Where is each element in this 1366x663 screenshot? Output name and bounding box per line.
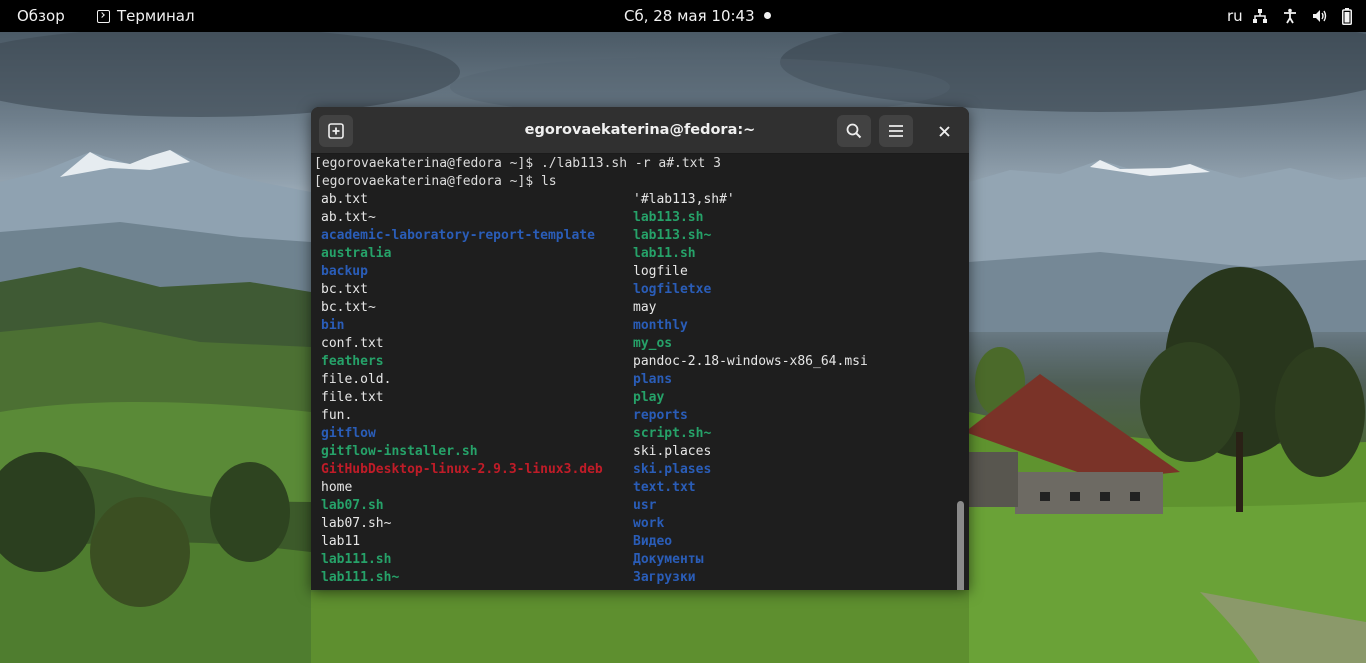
ls-entry-exec: lab113.sh~ [633, 228, 712, 243]
ls-entry-exec: my_os [633, 336, 673, 351]
terminal-line: [egorovaekaterina@fedora ~]$ ./lab113.sh… [314, 156, 721, 171]
search-icon [846, 123, 862, 139]
terminal-line: [egorovaekaterina@fedora ~]$ ls [314, 174, 557, 189]
ls-entry-dir: academic-laboratory-report-template [321, 228, 595, 243]
ls-entry-dir: text.txt [633, 480, 696, 495]
main-menu-button[interactable] [879, 115, 913, 147]
ls-entry-dir: Документы [633, 552, 704, 567]
ls-entry-dir: gitflow [321, 426, 376, 441]
ls-entry-file: lab07.sh~ [321, 516, 392, 531]
app-menu[interactable]: Терминал [97, 0, 195, 32]
ls-entry-dir: plans [633, 372, 673, 387]
ls-entry-exec: lab11.sh [633, 246, 696, 261]
ls-entry-file: lab11 [321, 534, 361, 549]
ls-entry-file: file.old. [321, 372, 392, 387]
terminal-scrollbar[interactable] [957, 501, 964, 590]
new-tab-icon [328, 123, 344, 139]
ls-entry-file: fun. [321, 408, 353, 423]
ls-entry-dir: Загрузки [633, 570, 696, 585]
ls-entry-exec: gitflow-installer.sh [321, 444, 478, 459]
ls-entry-file: may [633, 300, 657, 315]
ls-entry-dir: work [633, 516, 665, 531]
activities-button[interactable]: Обзор [17, 0, 65, 32]
ls-entry-dir: reports [633, 408, 688, 423]
ls-entry-file: bc.txt~ [321, 300, 376, 315]
ls-entry-exec: lab07.sh [321, 498, 384, 513]
ls-entry-dir: monthly [633, 318, 688, 333]
terminal-output[interactable]: [egorovaekaterina@fedora ~]$ ./lab113.sh… [311, 154, 969, 590]
ls-entry-dir: bin [321, 318, 345, 333]
ls-entry-file: pandoc-2.18-windows-x86_64.msi [633, 354, 868, 369]
ls-entry-exec: play [633, 390, 665, 405]
network-icon [1252, 8, 1268, 24]
search-button[interactable] [837, 115, 871, 147]
notification-dot [764, 12, 771, 19]
ls-entry-exec: script.sh~ [633, 426, 712, 441]
ls-entry-file: home [321, 480, 353, 495]
ls-entry-file: ski.places [633, 444, 712, 459]
ls-entry-exec: feathers [321, 354, 384, 369]
clock[interactable]: Сб, 28 мая 10:43 [624, 0, 755, 32]
ls-entry-archive: GitHubDesktop-linux-2.9.3-linux3.deb [321, 462, 603, 477]
ls-entry-exec: lab113.sh [633, 210, 704, 225]
hamburger-menu-icon [889, 125, 903, 137]
ls-entry-dir: backup [321, 264, 368, 279]
ls-entry-exec: lab111.sh [321, 552, 392, 567]
ls-entry-file: ab.txt [321, 192, 368, 207]
terminal-app-icon [97, 9, 110, 23]
ls-entry-file: bc.txt [321, 282, 368, 297]
ls-entry-exec: australia [321, 246, 392, 261]
battery-icon [1342, 7, 1352, 25]
window-headerbar[interactable]: egorovaekaterina@fedora:~ [311, 107, 969, 154]
ls-entry-exec: lab111.sh~ [321, 570, 400, 585]
system-status-menu[interactable] [1252, 0, 1352, 32]
close-icon [938, 125, 950, 137]
top-bar: Обзор Терминал Сб, 28 мая 10:43 ru [0, 0, 1366, 32]
volume-icon [1312, 8, 1328, 24]
ls-entry-dir: Видео [633, 534, 673, 549]
ls-entry-dir: logfiletxe [633, 282, 712, 297]
app-menu-label: Терминал [117, 7, 195, 25]
keyboard-layout-indicator[interactable]: ru [1227, 0, 1243, 32]
accessibility-icon [1282, 8, 1298, 24]
ls-entry-file: logfile [633, 264, 688, 279]
close-window-button[interactable] [928, 115, 960, 147]
new-tab-button[interactable] [319, 115, 353, 147]
ls-entry-dir: usr [633, 498, 657, 513]
ls-entry-file: '#lab113,sh#' [633, 192, 735, 207]
ls-entry-file: file.txt [321, 390, 384, 405]
ls-entry-dir: ski.plases [633, 462, 712, 477]
terminal-window: egorovaekaterina@fedora:~ [egorovaekater… [311, 107, 969, 590]
ls-entry-file: conf.txt [321, 336, 384, 351]
ls-entry-file: ab.txt~ [321, 210, 376, 225]
